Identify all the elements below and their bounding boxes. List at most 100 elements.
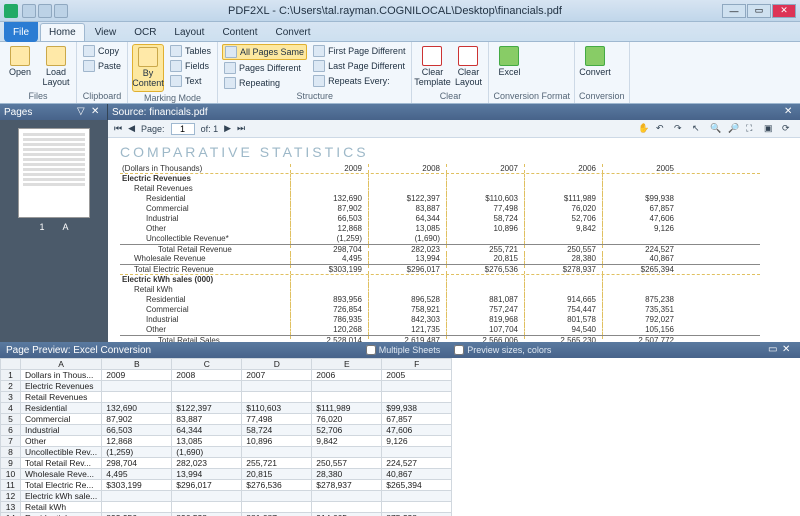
undo-icon[interactable]: ↶: [656, 123, 668, 135]
quick-access-toolbar: [22, 4, 68, 18]
qat-undo-icon[interactable]: [38, 4, 52, 18]
pages-different-button[interactable]: Pages Different: [222, 61, 307, 75]
ribbon-group-clear: Clear Template Clear Layout Clear: [412, 42, 489, 103]
last-page-icon[interactable]: ⏭: [237, 123, 245, 134]
group-label-conversion: Conversion: [579, 90, 625, 101]
allpages-icon: [225, 46, 237, 58]
text-icon: [170, 75, 182, 87]
preview-close-icon[interactable]: ✕: [782, 344, 794, 356]
page-thumbnail[interactable]: [18, 128, 90, 218]
document-viewer: ⏮ ◀ Page: of: 1 ▶ ⏭ ✋ ↶ ↷ ↖ 🔍 🔎 ⛶ ▣ ⟳ CO: [108, 120, 800, 342]
pagesdiff-icon: [224, 62, 236, 74]
tab-layout[interactable]: Layout: [166, 24, 212, 41]
multiple-sheets-checkbox[interactable]: Multiple Sheets: [366, 345, 441, 355]
rotate-icon[interactable]: ⟳: [782, 123, 794, 135]
qat-save-icon[interactable]: [22, 4, 36, 18]
tab-view[interactable]: View: [87, 24, 125, 41]
group-label-structure: Structure: [222, 90, 407, 101]
by-content-icon: [138, 47, 158, 67]
tab-home[interactable]: Home: [40, 23, 85, 41]
ribbon-group-conversion-format: Excel Conversion Format: [489, 42, 575, 103]
document-canvas[interactable]: COMPARATIVE STATISTICS (Dollars in Thous…: [108, 138, 800, 342]
copy-icon: [83, 45, 95, 57]
file-tab[interactable]: File: [4, 22, 38, 42]
convert-button[interactable]: Convert: [579, 44, 611, 80]
pdf-table: (Dollars in Thousands) 20092008200720062…: [120, 164, 760, 342]
tables-icon: [170, 45, 182, 57]
panel-headers: Pages ▽✕ Source: financials.pdf ✕: [0, 104, 800, 120]
clear-template-icon: [422, 46, 442, 66]
pages-panel-header: Pages ▽✕: [0, 104, 108, 120]
excel-format-button[interactable]: Excel: [493, 44, 525, 80]
fields-icon: [170, 60, 182, 72]
ribbon-tabs: File Home View OCR Layout Content Conver…: [0, 22, 800, 42]
hand-tool-icon[interactable]: ✋: [638, 123, 650, 135]
group-label-marking: Marking Mode: [132, 92, 213, 103]
text-button[interactable]: Text: [168, 74, 213, 88]
group-label-files: Files: [4, 90, 72, 101]
lastdiff-icon: [313, 60, 325, 72]
maximize-button[interactable]: ▭: [747, 4, 771, 18]
group-label-convfmt: Conversion Format: [493, 90, 570, 101]
load-layout-icon: [46, 46, 66, 66]
tab-content[interactable]: Content: [214, 24, 265, 41]
doc-heading: COMPARATIVE STATISTICS: [120, 144, 788, 160]
redo-icon[interactable]: ↷: [674, 123, 686, 135]
preview-panel-header: Page Preview: Excel Conversion Multiple …: [0, 342, 800, 358]
zoom-out-icon[interactable]: 🔍: [710, 123, 722, 135]
excel-preview-grid[interactable]: ABCDEF1Dollars in Thous...20092008200720…: [0, 358, 800, 516]
paste-button[interactable]: Paste: [81, 59, 123, 73]
window-title: PDF2XL - C:\Users\tal.rayman.COGNILOCAL\…: [68, 5, 722, 17]
last-page-diff-button[interactable]: Last Page Different: [311, 59, 407, 73]
tables-button[interactable]: Tables: [168, 44, 213, 58]
open-button[interactable]: Open: [4, 44, 36, 80]
tab-convert[interactable]: Convert: [267, 24, 318, 41]
tab-ocr[interactable]: OCR: [126, 24, 164, 41]
main-area: 1 A ⏮ ◀ Page: of: 1 ▶ ⏭ ✋ ↶ ↷ ↖ 🔍 🔎 ⛶: [0, 120, 800, 342]
page-number-input[interactable]: [171, 123, 195, 135]
all-pages-same-button[interactable]: All Pages Same: [222, 44, 307, 60]
ribbon-group-marking: By Content Tables Fields Text Marking Mo…: [128, 42, 218, 103]
ribbon-group-files: Open Load Layout Files: [0, 42, 77, 103]
preview-sizes-checkbox[interactable]: Preview sizes, colors: [454, 345, 551, 355]
group-label-clipboard: Clipboard: [81, 90, 123, 101]
document-toolbar: ⏮ ◀ Page: of: 1 ▶ ⏭ ✋ ↶ ↷ ↖ 🔍 🔎 ⛶ ▣ ⟳: [108, 120, 800, 138]
first-page-icon[interactable]: ⏮: [114, 123, 122, 134]
preview-options-icon[interactable]: ▭: [768, 344, 780, 356]
ribbon-group-structure: All Pages Same Pages Different Repeating…: [218, 42, 412, 103]
ribbon-group-conversion: Convert Conversion: [575, 42, 630, 103]
close-panel-icon[interactable]: ✕: [91, 106, 103, 118]
by-content-button[interactable]: By Content: [132, 44, 164, 92]
copy-button[interactable]: Copy: [81, 44, 123, 58]
ribbon: Open Load Layout Files Copy Paste Clipbo…: [0, 42, 800, 104]
repeating-icon: [224, 77, 236, 89]
first-page-diff-button[interactable]: First Page Different: [311, 44, 407, 58]
close-button[interactable]: ✕: [772, 4, 796, 18]
repeats-every-button[interactable]: Repeats Every:: [311, 74, 407, 88]
app-icon: [4, 4, 18, 18]
repeatsevery-icon: [313, 75, 325, 87]
fields-button[interactable]: Fields: [168, 59, 213, 73]
pages-panel: 1 A: [0, 120, 108, 342]
prev-page-icon[interactable]: ◀: [128, 123, 135, 134]
fit-width-icon[interactable]: ⛶: [746, 123, 758, 135]
firstdiff-icon: [313, 45, 325, 57]
source-panel-header: Source: financials.pdf ✕: [108, 104, 800, 120]
excel-icon: [499, 46, 519, 66]
clear-template-button[interactable]: Clear Template: [416, 44, 448, 90]
filter-icon[interactable]: ▽: [77, 106, 89, 118]
fit-page-icon[interactable]: ▣: [764, 123, 776, 135]
clear-layout-button[interactable]: Clear Layout: [452, 44, 484, 90]
repeating-button[interactable]: Repeating: [222, 76, 307, 90]
pointer-icon[interactable]: ↖: [692, 123, 704, 135]
load-layout-button[interactable]: Load Layout: [40, 44, 72, 90]
group-label-clear: Clear: [416, 90, 484, 101]
minimize-button[interactable]: —: [722, 4, 746, 18]
paste-icon: [83, 60, 95, 72]
zoom-in-icon[interactable]: 🔎: [728, 123, 740, 135]
thumbnail-caption: 1 A: [39, 222, 68, 232]
qat-redo-icon[interactable]: [54, 4, 68, 18]
next-page-icon[interactable]: ▶: [224, 123, 231, 134]
close-source-icon[interactable]: ✕: [784, 106, 796, 118]
clear-layout-icon: [458, 46, 478, 66]
